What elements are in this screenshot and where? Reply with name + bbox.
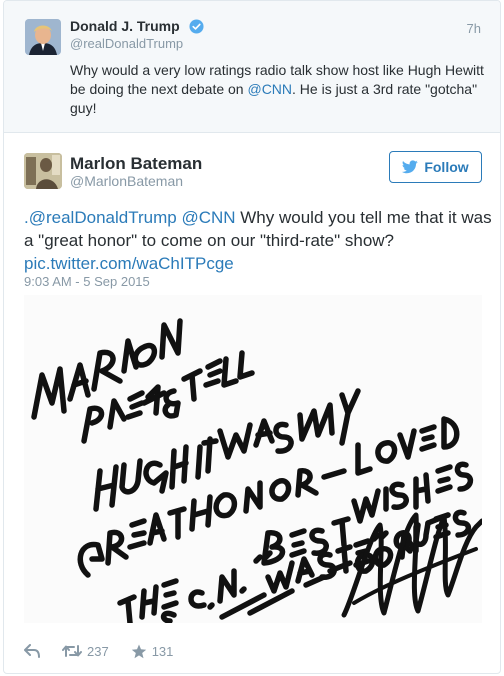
parent-timestamp[interactable]: 7h — [467, 21, 481, 36]
avatar[interactable] — [24, 153, 62, 189]
retweet-count: 237 — [87, 643, 109, 659]
twitter-bird-icon — [402, 160, 419, 174]
favorite-count: 131 — [151, 643, 174, 659]
tweet-text: .@realDonaldTrump @CNN Why would you tel… — [24, 206, 494, 275]
follow-label: Follow — [424, 159, 469, 175]
mention-link[interactable]: @CNN — [181, 208, 235, 227]
retweet-icon — [62, 645, 82, 657]
avatar[interactable] — [25, 19, 61, 55]
author-handle[interactable]: @MarlonBateman — [70, 173, 183, 189]
retweet-button[interactable]: 237 — [62, 644, 109, 659]
reply-button[interactable] — [24, 644, 40, 658]
favorite-star-icon — [131, 644, 146, 658]
parent-tweet-text: Why would a very low ratings radio talk … — [70, 61, 488, 118]
tweet-timestamp[interactable]: 9:03 AM - 5 Sep 2015 — [24, 274, 150, 289]
mention-link[interactable]: @CNN — [247, 81, 292, 97]
follow-button[interactable]: Follow — [389, 151, 482, 183]
reply-icon — [24, 644, 40, 658]
handwritten-note-image — [24, 295, 482, 623]
parent-author-handle[interactable]: @realDonaldTrump — [70, 36, 183, 51]
pic-link[interactable]: pic.twitter.com/waChITPcge — [24, 254, 234, 273]
tweet-actions: 237 131 — [24, 641, 195, 661]
mention-link[interactable]: @realDonaldTrump — [29, 208, 177, 227]
author-name[interactable]: Marlon Bateman — [70, 154, 202, 174]
parent-tweet[interactable]: Donald J. Trump @realDonaldTrump 7h Why … — [4, 1, 500, 133]
verified-badge-icon — [189, 19, 204, 34]
parent-author-name[interactable]: Donald J. Trump — [70, 18, 180, 34]
favorite-button[interactable]: 131 — [131, 643, 174, 659]
attached-photo[interactable] — [24, 295, 482, 623]
tweet-card: Donald J. Trump @realDonaldTrump 7h Why … — [3, 0, 501, 674]
